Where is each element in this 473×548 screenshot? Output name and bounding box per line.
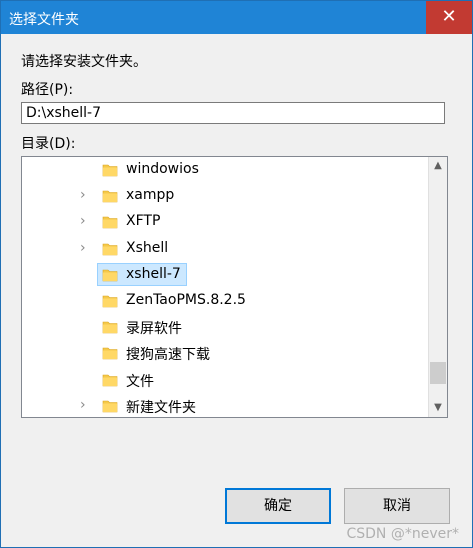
folder-icon: [102, 162, 118, 178]
tree-item-label: 录屏软件: [126, 321, 182, 338]
directory-label: 目录(D):: [21, 136, 76, 152]
tree-item-label: xshell-7: [126, 265, 181, 282]
tree-item-label: 文件: [126, 373, 154, 390]
folder-icon: [102, 345, 118, 361]
close-button[interactable]: ✕: [426, 1, 472, 34]
tree-item[interactable]: windowios: [22, 158, 427, 182]
scrollbar-thumb[interactable]: [430, 362, 446, 384]
folder-icon: [102, 398, 118, 414]
vertical-scrollbar[interactable]: ▲ ▼: [428, 157, 447, 417]
chevron-right-icon[interactable]: ›: [80, 214, 92, 228]
tree-item[interactable]: 搜狗高速下载: [22, 341, 427, 365]
folder-picker-dialog: 选择文件夹 ✕ 请选择安装文件夹。 路径(P): 目录(D): windowio…: [0, 0, 473, 548]
arrow-up-icon[interactable]: ▲: [429, 157, 447, 175]
tree-item[interactable]: › 新建文件夹: [22, 394, 427, 418]
watermark: CSDN @*never*: [346, 526, 459, 542]
chevron-right-icon[interactable]: ›: [80, 188, 92, 202]
tree-item-label: windowios: [126, 161, 199, 177]
chevron-right-icon[interactable]: ›: [80, 398, 92, 412]
tree-item[interactable]: 录屏软件: [22, 315, 427, 339]
close-icon: ✕: [441, 6, 457, 27]
directory-tree[interactable]: windowios › xampp › XFTP › Xshell xshell-7 ZenTa…: [21, 156, 448, 418]
folder-icon: [102, 214, 118, 230]
tree-item[interactable]: › XFTP: [22, 210, 427, 234]
tree-item-label: ZenTaoPMS.8.2.5: [126, 292, 246, 308]
arrow-down-icon[interactable]: ▼: [429, 399, 447, 417]
cancel-button[interactable]: 取消: [344, 488, 450, 524]
instruction-text: 请选择安装文件夹。: [21, 54, 147, 70]
tree-item-label: 搜狗高速下载: [126, 347, 210, 364]
chevron-right-icon[interactable]: ›: [80, 241, 92, 255]
tree-item[interactable]: › Xshell: [22, 237, 427, 261]
path-input[interactable]: [21, 102, 445, 124]
folder-icon: [102, 372, 118, 388]
tree-item-label: 新建文件夹: [126, 399, 196, 416]
tree-item[interactable]: 文件: [22, 368, 427, 392]
title-bar[interactable]: 选择文件夹 ✕: [1, 1, 472, 34]
window-title: 选择文件夹: [9, 12, 79, 28]
ok-button[interactable]: 确定: [225, 488, 331, 524]
folder-icon: [102, 267, 118, 283]
tree-item[interactable]: › xampp: [22, 184, 427, 208]
tree-item-label: XFTP: [126, 213, 161, 230]
tree-item[interactable]: ZenTaoPMS.8.2.5: [22, 289, 427, 313]
tree-item-label: xampp: [126, 187, 175, 204]
folder-icon: [102, 241, 118, 257]
tree-item[interactable]: xshell-7: [22, 262, 427, 287]
folder-icon: [102, 293, 118, 309]
folder-icon: [102, 188, 118, 204]
path-label: 路径(P):: [21, 82, 74, 98]
tree-item-label: Xshell: [126, 239, 169, 256]
folder-icon: [102, 319, 118, 335]
